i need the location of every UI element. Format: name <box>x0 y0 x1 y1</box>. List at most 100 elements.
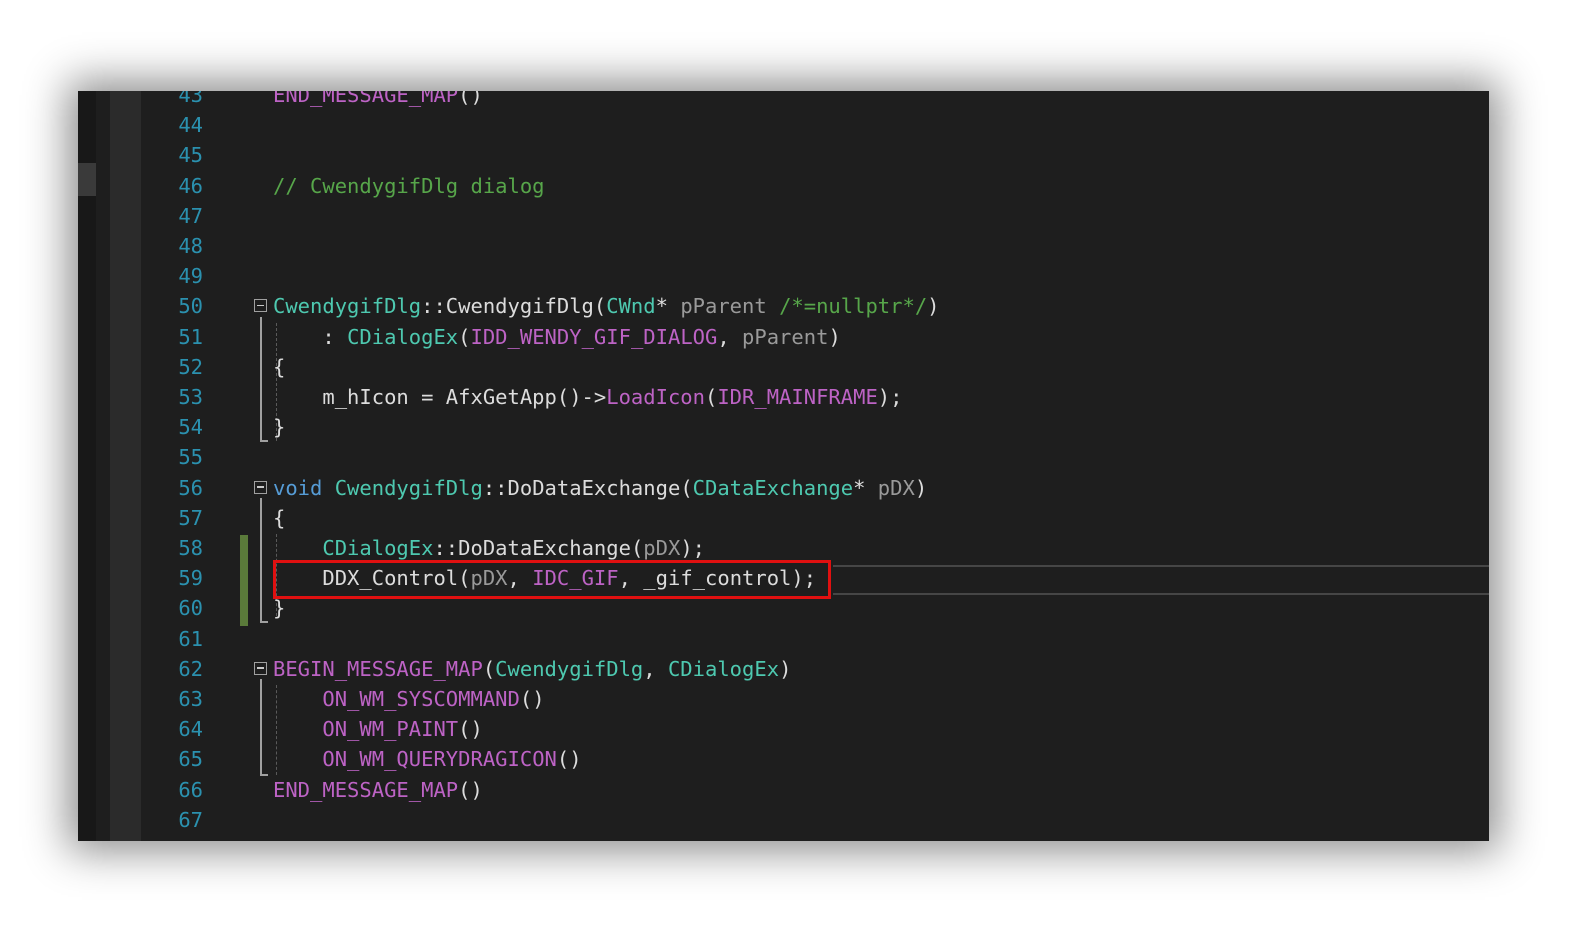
code-line-49[interactable]: 49 <box>78 261 1489 291</box>
line-number: 57 <box>178 505 203 530</box>
code-text: { <box>273 352 285 382</box>
code-token: , <box>643 656 668 681</box>
code-token: :: <box>482 475 508 500</box>
line-number: 56 <box>178 475 203 500</box>
line-number: 48 <box>178 234 203 258</box>
code-token: () <box>519 687 545 711</box>
highlight-box <box>273 560 831 599</box>
code-token: ); <box>877 385 903 409</box>
code-token: ( <box>705 385 718 409</box>
code-text: void CwendygifDlg::DoDataExchange(CDataE… <box>273 473 927 503</box>
code-line-64[interactable]: 64 ON_WM_PAINT() <box>78 714 1489 744</box>
line-number: 49 <box>178 264 203 289</box>
code-line-56[interactable]: 56 void CwendygifDlg::DoDataExchange(CDat… <box>78 473 1489 503</box>
code-text: : CDialogEx(IDD_WENDY_GIF_DIALOG, pParen… <box>273 322 841 352</box>
code-token: CWnd <box>606 294 656 319</box>
line-number: 63 <box>178 687 203 711</box>
code-token: pParent <box>742 324 829 349</box>
line-number: 46 <box>178 173 203 198</box>
line-number: 50 <box>178 294 203 319</box>
line-number: 54 <box>178 415 203 440</box>
collapse-icon[interactable] <box>254 299 267 313</box>
line-number: 53 <box>178 385 203 409</box>
code-token: ON_WM_SYSCOMMAND <box>322 687 520 711</box>
code-text: ON_WM_PAINT() <box>273 714 483 744</box>
code-token: () <box>556 747 582 772</box>
line-number: 44 <box>178 113 203 138</box>
code-token: ( <box>593 294 607 319</box>
code-line-63[interactable]: 63 ON_WM_SYSCOMMAND() <box>78 684 1489 714</box>
code-line-57[interactable]: 57 { <box>78 503 1489 533</box>
code-token: CwendygifDlg <box>334 475 483 500</box>
code-token: () <box>458 777 483 802</box>
code-text: } <box>273 412 285 442</box>
code-text: ON_WM_QUERYDRAGICON() <box>273 744 582 774</box>
code-token: BEGIN_MESSAGE_MAP <box>273 656 483 681</box>
line-number: 58 <box>178 536 203 560</box>
code-line-58[interactable]: 58 CDialogEx::DoDataExchange(pDX); <box>78 533 1489 563</box>
code-token: CwendygifDlg <box>445 294 594 319</box>
code-token: /*=nullptr*/ <box>779 294 928 319</box>
line-number: 43 <box>178 91 203 107</box>
code-editor[interactable]: 43 END_MESSAGE_MAP() 44 45 46// CwendygifDlg… <box>78 91 1489 841</box>
code-line-67[interactable]: 67 <box>78 805 1489 835</box>
code-token: ( <box>482 656 496 681</box>
line-number: 55 <box>178 445 203 470</box>
line-number: 47 <box>178 203 203 228</box>
code-token: ( <box>630 536 644 560</box>
line-number: 59 <box>178 566 203 591</box>
code-token: ); <box>680 536 706 560</box>
code-token: :: <box>421 294 446 319</box>
code-text: CDialogEx::DoDataExchange(pDX); <box>273 533 705 563</box>
code-line-61[interactable]: 61 <box>78 624 1489 654</box>
code-token: ( <box>680 475 693 500</box>
line-number: 51 <box>178 324 203 349</box>
line-number: 62 <box>178 656 203 681</box>
line-number: 64 <box>178 717 203 742</box>
code-token: CwendygifDlg <box>273 294 422 319</box>
code-line-53[interactable]: 53 m_hIcon = AfxGetApp()->LoadIcon(IDR_M… <box>78 382 1489 412</box>
code-text: { <box>273 503 285 533</box>
code-text: CwendygifDlg::CwendygifDlg(CWnd* pParent… <box>273 291 940 321</box>
code-token: ) <box>828 324 841 349</box>
code-token: CDataExchange <box>692 475 854 500</box>
collapse-icon[interactable] <box>254 661 267 675</box>
code-line-55[interactable]: 55 <box>78 442 1489 472</box>
code-line-51[interactable]: 51 : CDialogEx(IDD_WENDY_GIF_DIALOG, pPa… <box>78 322 1489 352</box>
code-line-65[interactable]: 65 ON_WM_QUERYDRAGICON() <box>78 744 1489 774</box>
code-line-54[interactable]: 54} <box>78 412 1489 442</box>
code-token: IDD_WENDY_GIF_DIALOG <box>470 324 718 349</box>
line-number: 67 <box>178 807 203 832</box>
code-token: ) <box>779 656 792 681</box>
code-token: DoDataExchange <box>507 475 681 500</box>
code-token: ON_WM_PAINT <box>322 717 459 742</box>
code-token: END_MESSAGE_MAP <box>273 777 459 802</box>
line-number: 65 <box>178 747 203 772</box>
code-line-46[interactable]: 46 // CwendygifDlg dialog <box>78 171 1489 201</box>
code-line-52[interactable]: 52 { <box>78 352 1489 382</box>
code-token: // CwendygifDlg dialog <box>273 173 545 198</box>
code-token: } <box>273 415 286 440</box>
code-line-66[interactable]: 66 END_MESSAGE_MAP() <box>78 775 1489 805</box>
code-token: pDX <box>643 536 681 560</box>
code-token: * <box>853 475 878 500</box>
line-number: 61 <box>178 626 203 651</box>
code-line-43[interactable]: 43 END_MESSAGE_MAP() <box>78 91 1489 110</box>
code-line-44[interactable]: 44 <box>78 110 1489 140</box>
code-text: END_MESSAGE_MAP() <box>273 91 483 110</box>
code-token: pParent <box>680 294 767 319</box>
code-line-50[interactable]: 50 CwendygifDlg::CwendygifDlg(CWnd* pPare… <box>78 291 1489 321</box>
code-token: () <box>458 717 483 742</box>
line-number: 60 <box>178 596 203 621</box>
code-token: ) <box>914 475 928 500</box>
code-line-62[interactable]: 62 BEGIN_MESSAGE_MAP(CwendygifDlg, CDialo… <box>78 654 1489 684</box>
code-line-48[interactable]: 48 <box>78 231 1489 261</box>
code-line-45[interactable]: 45 <box>78 140 1489 170</box>
code-token: : <box>273 324 348 349</box>
code-token: CDialogEx <box>347 324 459 349</box>
code-token: , <box>717 324 743 349</box>
code-line-47[interactable]: 47 <box>78 201 1489 231</box>
code-token: ) <box>927 294 940 319</box>
collapse-icon[interactable] <box>254 480 267 494</box>
